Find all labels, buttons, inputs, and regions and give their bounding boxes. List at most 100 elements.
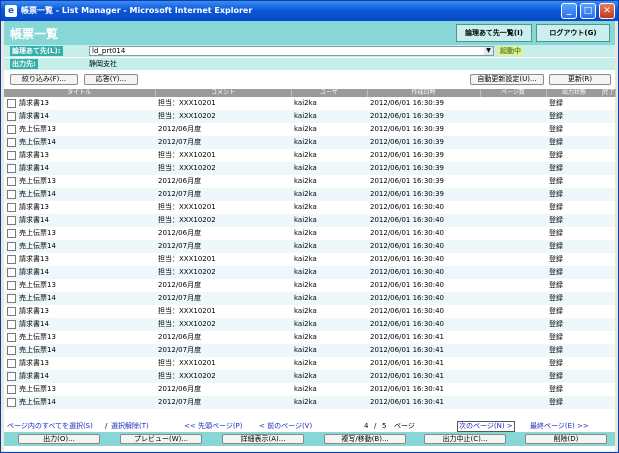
row-checkbox[interactable] xyxy=(7,384,16,394)
row-checkbox[interactable] xyxy=(7,345,16,355)
row-title: 請求書13 xyxy=(19,255,49,263)
output-button[interactable]: 出力(O)... xyxy=(18,434,100,444)
row-checkbox[interactable] xyxy=(7,124,16,134)
title-cell: 請求書14 xyxy=(4,266,155,279)
column-header-user[interactable]: ユーザ xyxy=(291,89,368,97)
table-row[interactable]: 売上伝票14 2012/07月度 kai2ka 2012/06/01 16:30:39… xyxy=(4,136,615,149)
row-checkbox[interactable] xyxy=(7,319,16,329)
column-header-title[interactable]: タイトル xyxy=(4,89,156,97)
row-checkbox[interactable] xyxy=(7,98,16,108)
window-titlebar[interactable]: e 帳票一覧 - List Manager - Microsoft Intern… xyxy=(1,1,618,21)
last-page-link[interactable]: 最終ページ(E) >> xyxy=(530,420,589,432)
table-row[interactable]: 売上伝票13 2012/06月度 kai2ka 2012/06/01 16:30:41… xyxy=(4,383,615,396)
table-row[interactable]: 請求書13 担当：XXX10201 kai2ka 2012/06/01 16:30:3… xyxy=(4,149,615,162)
row-checkbox[interactable] xyxy=(7,397,16,407)
table-row[interactable]: 請求書13 担当：XXX10201 kai2ka 2012/06/01 16:30:4… xyxy=(4,201,615,214)
table-row[interactable]: 請求書14 担当：XXX10202 kai2ka 2012/06/01 16:30:3… xyxy=(4,162,615,175)
table-row[interactable]: 売上伝票13 2012/06月度 kai2ka 2012/06/01 16:30:41… xyxy=(4,331,615,344)
row-checkbox[interactable] xyxy=(7,111,16,121)
table-row[interactable]: 売上伝票13 2012/06月度 kai2ka 2012/06/01 16:30:39… xyxy=(4,123,615,136)
table-row[interactable]: 売上伝票14 2012/07月度 kai2ka 2012/06/01 16:30:40… xyxy=(4,240,615,253)
created-cell: 2012/06/01 16:30:39 xyxy=(370,190,445,198)
row-checkbox[interactable] xyxy=(7,150,16,160)
comment-cell: 2012/06月度 xyxy=(158,385,202,393)
preview-button[interactable]: プレビュー(W)... xyxy=(120,434,202,444)
table-row[interactable]: 請求書14 担当：XXX10202 kai2ka 2012/06/01 16:30:4… xyxy=(4,318,615,331)
table-row[interactable]: 売上伝票13 2012/06月度 kai2ka 2012/06/01 16:30:39… xyxy=(4,175,615,188)
row-checkbox[interactable] xyxy=(7,267,16,277)
pages-cell xyxy=(480,253,546,266)
row-checkbox[interactable] xyxy=(7,280,16,290)
row-checkbox[interactable] xyxy=(7,163,16,173)
done-cell xyxy=(602,240,615,253)
copy-move-button[interactable]: 複写/移動(B)... xyxy=(324,434,406,444)
delete-button[interactable]: 削除(D) xyxy=(525,434,607,444)
table-row[interactable]: 請求書13 担当：XXX10201 kai2ka 2012/06/01 16:30:4… xyxy=(4,253,615,266)
row-checkbox[interactable] xyxy=(7,293,16,303)
table-row[interactable]: 請求書13 担当：XXX10201 kai2ka 2012/06/01 16:30:3… xyxy=(4,97,615,110)
next-page-link[interactable]: 次のページ(N) > xyxy=(457,421,515,432)
maximize-button[interactable]: □ xyxy=(580,3,596,19)
row-checkbox[interactable] xyxy=(7,332,16,342)
row-checkbox[interactable] xyxy=(7,137,16,147)
stop-output-button[interactable]: 出力中止(C)... xyxy=(424,434,506,444)
prev-page-link[interactable]: < 前のページ(V) xyxy=(259,420,312,432)
row-title: 請求書14 xyxy=(19,112,49,120)
table-row[interactable]: 請求書14 担当：XXX10202 kai2ka 2012/06/01 16:30:4… xyxy=(4,214,615,227)
row-checkbox[interactable] xyxy=(7,358,16,368)
table-row[interactable]: 請求書13 担当：XXX10201 kai2ka 2012/06/01 16:30:4… xyxy=(4,357,615,370)
destination-select[interactable]: ld_prt014 ▼ xyxy=(89,46,494,56)
row-checkbox[interactable] xyxy=(7,241,16,251)
row-checkbox[interactable] xyxy=(7,189,16,199)
created-cell: 2012/06/01 16:30:39 xyxy=(370,125,445,133)
title-cell: 請求書13 xyxy=(4,253,155,266)
table-row[interactable]: 売上伝票14 2012/07月度 kai2ka 2012/06/01 16:30:41… xyxy=(4,396,615,409)
respond-button[interactable]: 応答(Y)... xyxy=(84,74,138,85)
table-row[interactable]: 売上伝票13 2012/06月度 kai2ka 2012/06/01 16:30:40… xyxy=(4,279,615,292)
table-row[interactable]: 売上伝票14 2012/07月度 kai2ka 2012/06/01 16:30:40… xyxy=(4,292,615,305)
details-button[interactable]: 詳細表示(A)... xyxy=(222,434,304,444)
output-status-cell: 登録 xyxy=(549,281,563,289)
action-bar: 出力(O)... プレビュー(W)... 詳細表示(A)... 複写/移動(B)… xyxy=(4,432,615,446)
chevron-down-icon[interactable]: ▼ xyxy=(484,47,493,55)
row-checkbox[interactable] xyxy=(7,228,16,238)
comment-cell: 2012/06月度 xyxy=(158,125,202,133)
first-page-link[interactable]: << 先頭ページ(P) xyxy=(184,420,243,432)
table-row[interactable]: 請求書14 担当：XXX10202 kai2ka 2012/06/01 16:30:3… xyxy=(4,110,615,123)
comment-cell: 2012/07月度 xyxy=(158,398,202,406)
row-title: 請求書14 xyxy=(19,268,49,276)
row-checkbox[interactable] xyxy=(7,371,16,381)
done-cell xyxy=(602,136,615,149)
row-checkbox[interactable] xyxy=(7,254,16,264)
column-header-output-status[interactable]: 出力状態 xyxy=(546,89,603,97)
logout-button[interactable]: ログアウト(G) xyxy=(536,24,610,42)
close-button[interactable]: ✕ xyxy=(599,3,615,19)
minimize-button[interactable]: _ xyxy=(561,3,577,19)
done-cell xyxy=(602,253,615,266)
column-header-done[interactable]: 完了 xyxy=(602,89,616,97)
row-checkbox[interactable] xyxy=(7,215,16,225)
table-row[interactable]: 売上伝票14 2012/07月度 kai2ka 2012/06/01 16:30:41… xyxy=(4,344,615,357)
logical-destination-list-button[interactable]: 論理あて先一覧(I) xyxy=(456,24,532,42)
column-header-created[interactable]: 作成日時 xyxy=(367,89,481,97)
pages-cell xyxy=(480,110,546,123)
table-row[interactable]: 売上伝票13 2012/06月度 kai2ka 2012/06/01 16:30:40… xyxy=(4,227,615,240)
auto-refresh-settings-button[interactable]: 自動更新設定(U)... xyxy=(470,74,544,85)
comment-cell: 2012/06月度 xyxy=(158,281,202,289)
table-row[interactable]: 請求書13 担当：XXX10201 kai2ka 2012/06/01 16:30:4… xyxy=(4,305,615,318)
column-header-pages[interactable]: ページ数 xyxy=(480,89,547,97)
row-checkbox[interactable] xyxy=(7,306,16,316)
table-row[interactable]: 売上伝票14 2012/07月度 kai2ka 2012/06/01 16:30:39… xyxy=(4,188,615,201)
row-checkbox[interactable] xyxy=(7,202,16,212)
select-all-link[interactable]: ページ内のすべてを選択(S) xyxy=(7,420,93,432)
output-status-cell: 登録 xyxy=(549,307,563,315)
column-header-comment[interactable]: コメント xyxy=(155,89,292,97)
table-row[interactable]: 請求書14 担当：XXX10202 kai2ka 2012/06/01 16:30:4… xyxy=(4,370,615,383)
row-title: 売上伝票14 xyxy=(19,398,56,406)
table-row[interactable]: 請求書14 担当：XXX10202 kai2ka 2012/06/01 16:30:4… xyxy=(4,266,615,279)
refresh-button[interactable]: 更新(R) xyxy=(549,74,611,85)
row-checkbox[interactable] xyxy=(7,176,16,186)
pages-cell xyxy=(480,162,546,175)
deselect-link[interactable]: 選択解除(T) xyxy=(111,420,149,432)
narrow-down-button[interactable]: 絞り込み(F)... xyxy=(10,74,78,85)
